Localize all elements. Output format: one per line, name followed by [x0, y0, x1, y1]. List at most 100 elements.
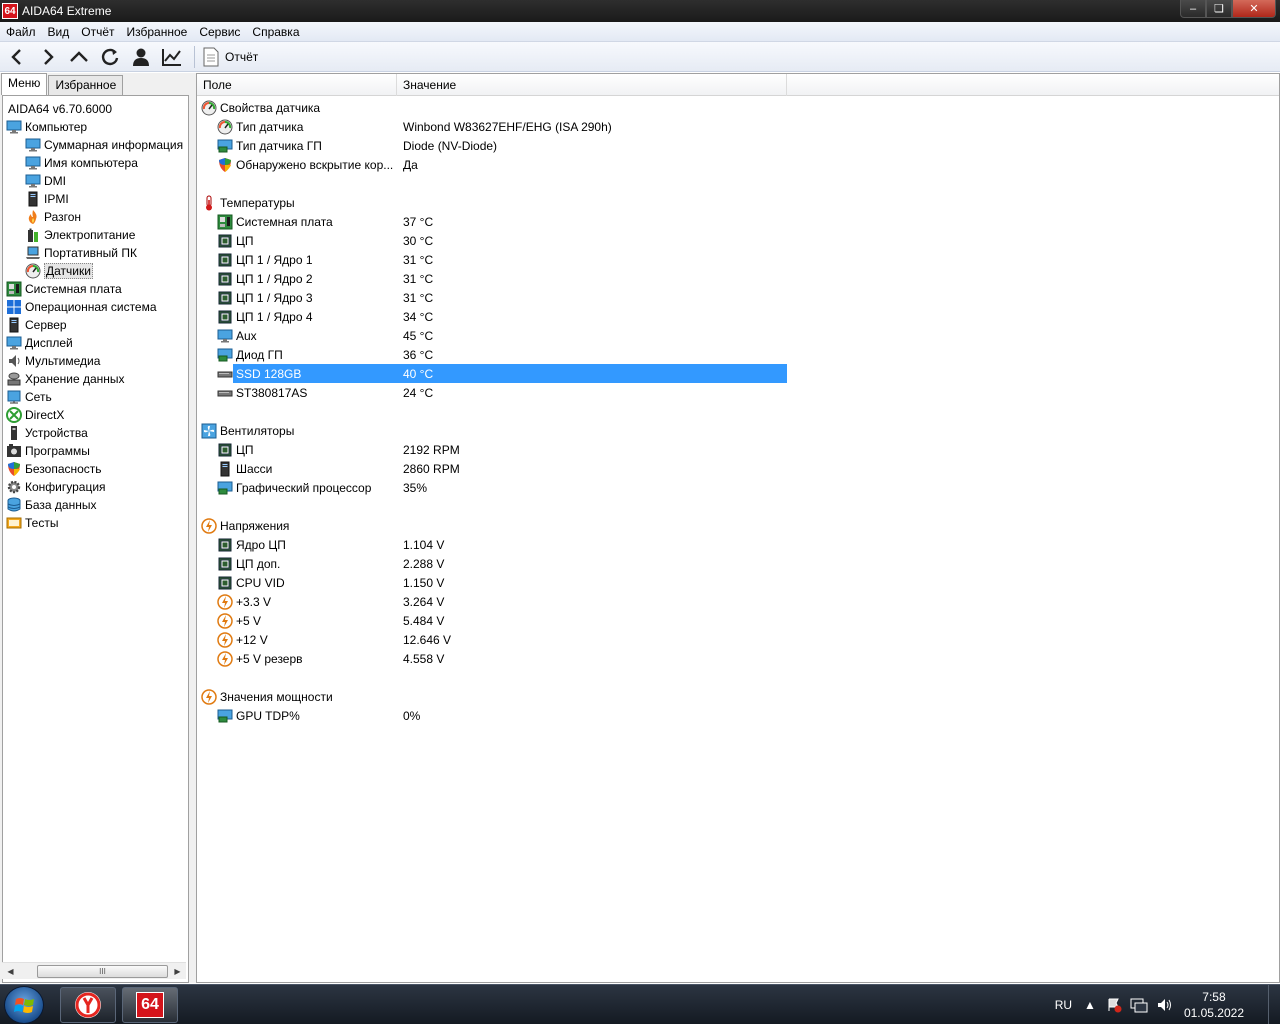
tree-item[interactable]: Устройства	[6, 424, 88, 442]
tree-item[interactable]: Сеть	[6, 388, 52, 406]
tree-item[interactable]: База данных	[6, 496, 96, 514]
table-row[interactable]: +5 V 5.484 V	[197, 611, 1279, 630]
field-cell: SSD 128GB	[217, 364, 301, 383]
table-row[interactable]: GPU TDP% 0%	[197, 706, 1279, 725]
forward-button[interactable]	[34, 44, 62, 70]
scroll-thumb[interactable]: III	[37, 965, 168, 978]
tree-item[interactable]: Компьютер	[6, 118, 87, 136]
value-cell: 4.558 V	[403, 651, 445, 666]
horizontal-scrollbar[interactable]: ◀ III ▶	[2, 962, 186, 979]
value-cell: 1.104 V	[403, 537, 445, 552]
table-row[interactable]: ЦП 1 / Ядро 1 31 °C	[197, 250, 1279, 269]
table-row[interactable]: Графический процессор 35%	[197, 478, 1279, 497]
back-button[interactable]	[3, 44, 31, 70]
menu-item-0[interactable]: Файл	[0, 25, 42, 39]
menu-item-3[interactable]: Избранное	[121, 25, 194, 39]
table-row[interactable]: +5 V резерв 4.558 V	[197, 649, 1279, 668]
table-row[interactable]: Ядро ЦП 1.104 V	[197, 535, 1279, 554]
clock[interactable]: 7:58 01.05.2022	[1184, 989, 1244, 1021]
scroll-right-arrow[interactable]: ▶	[169, 963, 186, 980]
monitor-icon	[25, 173, 41, 189]
tab-menu[interactable]: Меню	[1, 73, 48, 95]
section-header[interactable]: Напряжения	[197, 516, 1279, 535]
table-row[interactable]: ЦП 1 / Ядро 4 34 °C	[197, 307, 1279, 326]
report-button[interactable]: Отчёт	[225, 50, 258, 64]
close-button[interactable]: ✕	[1232, 0, 1276, 18]
tab-favorites[interactable]: Избранное	[48, 75, 124, 95]
table-row[interactable]: SSD 128GB 40 °C	[197, 364, 1279, 383]
field-label: ЦП 1 / Ядро 2	[236, 271, 313, 286]
show-desktop-button[interactable]	[1268, 985, 1280, 1024]
language-indicator[interactable]: RU	[1055, 998, 1072, 1012]
table-row[interactable]: ЦП доп. 2.288 V	[197, 554, 1279, 573]
app-icon: 64	[2, 3, 18, 19]
tree-item[interactable]: Электропитание	[25, 226, 135, 244]
minimize-button[interactable]: –	[1180, 0, 1206, 18]
menu-item-2[interactable]: Отчёт	[75, 25, 120, 39]
tree-item[interactable]: Портативный ПК	[25, 244, 137, 262]
table-row[interactable]: Диод ГП 36 °C	[197, 345, 1279, 364]
section-header[interactable]: Вентиляторы	[197, 421, 1279, 440]
user-button[interactable]	[127, 44, 155, 70]
table-row[interactable]: ST380817AS 24 °C	[197, 383, 1279, 402]
graph-button[interactable]	[158, 44, 186, 70]
action-center-icon[interactable]	[1106, 997, 1122, 1013]
show-hidden-icons[interactable]: ▲	[1084, 998, 1096, 1012]
tree-item[interactable]: Сервер	[6, 316, 67, 334]
table-row[interactable]: ЦП 2192 RPM	[197, 440, 1279, 459]
refresh-button[interactable]	[96, 44, 124, 70]
tree-item[interactable]: DirectX	[6, 406, 64, 424]
tree-item[interactable]: Системная плата	[6, 280, 122, 298]
table-row[interactable]: ЦП 30 °C	[197, 231, 1279, 250]
taskbar-aida64[interactable]: 64	[122, 987, 178, 1023]
tree-item[interactable]: Дисплей	[6, 334, 73, 352]
section-header[interactable]: Температуры	[197, 193, 1279, 212]
table-row[interactable]: Шасси 2860 RPM	[197, 459, 1279, 478]
value-cell: 40 °C	[403, 366, 434, 381]
network-icon[interactable]	[1130, 997, 1148, 1013]
table-row[interactable]: Системная плата 37 °C	[197, 212, 1279, 231]
section-header[interactable]: Свойства датчика	[197, 98, 1279, 117]
column-value[interactable]: Значение	[397, 74, 787, 96]
tree-item[interactable]: Суммарная информация	[25, 136, 183, 154]
menu-item-4[interactable]: Сервис	[193, 25, 246, 39]
up-button[interactable]	[65, 44, 93, 70]
tree-item[interactable]: DMI	[25, 172, 66, 190]
tree-item[interactable]: Разгон	[25, 208, 81, 226]
taskbar-yandex[interactable]	[60, 987, 116, 1023]
table-row[interactable]: ЦП 1 / Ядро 2 31 °C	[197, 269, 1279, 288]
volume-icon[interactable]	[1156, 997, 1174, 1013]
menu-item-1[interactable]: Вид	[42, 25, 76, 39]
table-row[interactable]: Тип датчика Winbond W83627EHF/EHG (ISA 29…	[197, 117, 1279, 136]
tree-item[interactable]: Мультимедиа	[6, 352, 100, 370]
speaker-icon	[6, 353, 22, 369]
table-row[interactable]: CPU VID 1.150 V	[197, 573, 1279, 592]
table-row[interactable]: Обнаружено вскрытие кор... Да	[197, 155, 1279, 174]
tree-item[interactable]: Операционная система	[6, 298, 157, 316]
tree-item[interactable]: Имя компьютера	[25, 154, 138, 172]
table-row[interactable]: Тип датчика ГП Diode (NV-Diode)	[197, 136, 1279, 155]
voltage-icon	[217, 612, 233, 629]
tree-item[interactable]: Хранение данных	[6, 370, 125, 388]
tree-item[interactable]: IPMI	[25, 190, 69, 208]
table-row[interactable]: +3.3 V 3.264 V	[197, 592, 1279, 611]
tree-item-label: Сеть	[25, 390, 52, 404]
tree-item[interactable]: Программы	[6, 442, 90, 460]
toolbar: Отчёт	[0, 42, 1280, 72]
column-field[interactable]: Поле	[197, 74, 397, 96]
maximize-button[interactable]: ❏	[1206, 0, 1232, 18]
tree-item-label: База данных	[25, 498, 97, 512]
tree-item[interactable]: Датчики	[25, 262, 93, 280]
tree-item[interactable]: Безопасность	[6, 460, 102, 478]
value-cell: 31 °C	[403, 252, 434, 267]
table-row[interactable]: +12 V 12.646 V	[197, 630, 1279, 649]
tree-item[interactable]: Тесты	[6, 514, 58, 532]
tree-item[interactable]: AIDA64 v6.70.6000	[8, 100, 112, 118]
scroll-left-arrow[interactable]: ◀	[2, 963, 19, 980]
tree-item[interactable]: Конфигурация	[6, 478, 106, 496]
table-row[interactable]: Aux 45 °C	[197, 326, 1279, 345]
table-row[interactable]: ЦП 1 / Ядро 3 31 °C	[197, 288, 1279, 307]
start-button[interactable]	[4, 986, 44, 1024]
menu-item-5[interactable]: Справка	[246, 25, 305, 39]
section-header[interactable]: Значения мощности	[197, 687, 1279, 706]
